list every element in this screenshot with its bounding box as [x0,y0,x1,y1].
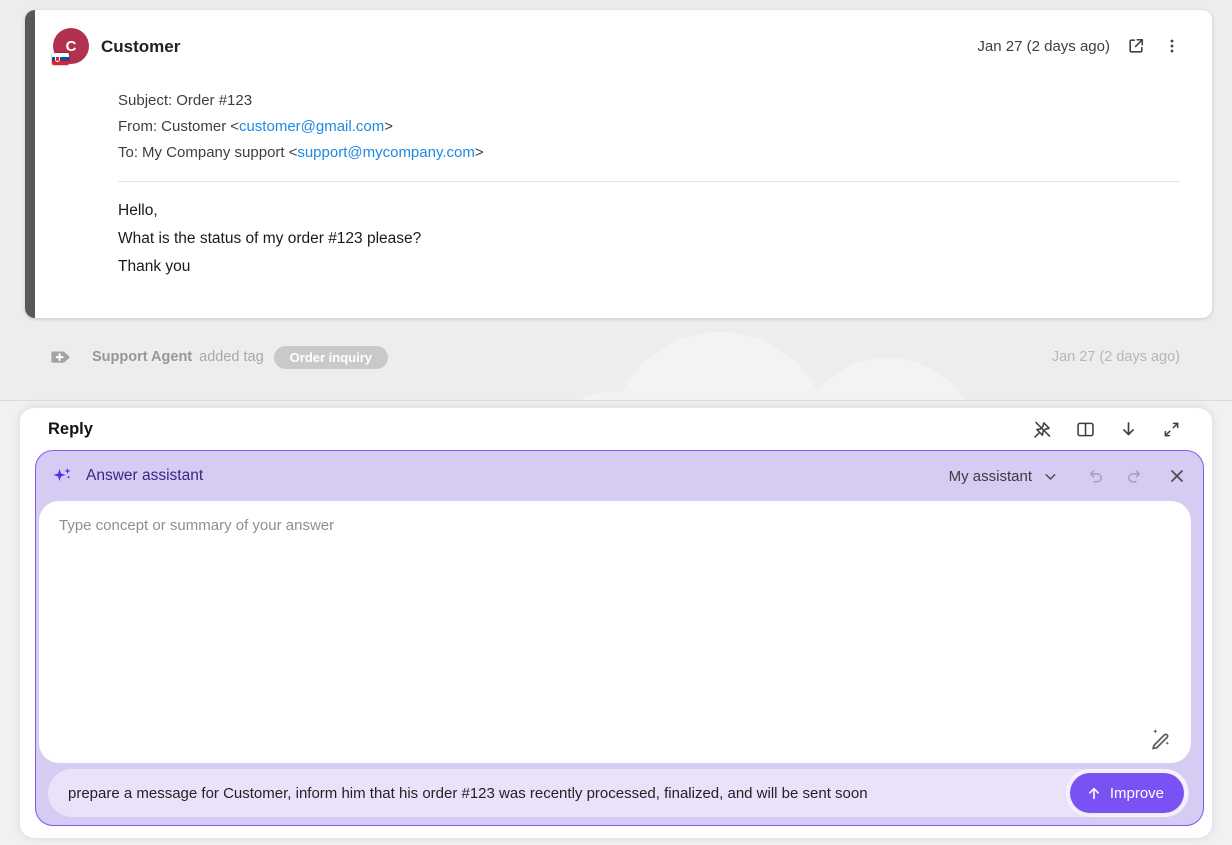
from-label: From: [118,118,157,135]
magic-write-button[interactable] [1148,726,1173,751]
email-message-card: C Customer Jan 27 (2 days ago) [25,10,1212,318]
body-line: Thank you [118,253,1182,281]
sender-name: Customer [101,28,180,57]
prompt-row: Improve [48,769,1189,817]
answer-concept-textarea[interactable] [39,501,1191,763]
avatar-wrap: C [53,28,89,76]
activity-actor: Support Agent [92,349,192,365]
redo-icon [1124,466,1145,487]
activity-timestamp: Jan 27 (2 days ago) [1052,349,1180,365]
angle-bracket: < [230,118,239,135]
undo-button[interactable] [1085,466,1106,487]
open-in-new-icon [1126,36,1146,56]
selected-assistant: My assistant [949,468,1032,485]
angle-bracket: > [384,118,393,135]
chevron-down-icon [1042,468,1059,485]
to-name: My Company support [142,144,285,161]
subject-line: Subject:Order #123 [118,88,1182,114]
email-headers: Subject:Order #123 From:Customer<custome… [118,88,1182,166]
reply-title: Reply [48,420,93,439]
to-line: To:My Company support<support@mycompany.… [118,140,1182,166]
message-accent-bar [25,10,35,318]
message-timestamp: Jan 27 (2 days ago) [977,38,1110,55]
from-name: Customer [161,118,226,135]
message-header: C Customer Jan 27 (2 days ago) [53,28,1182,76]
body-line: Hello, [118,197,1182,225]
to-label: To: [118,144,138,161]
more-menu-button[interactable] [1162,36,1182,56]
close-assistant-button[interactable] [1167,466,1187,486]
open-in-new-button[interactable] [1126,36,1146,56]
close-icon [1167,466,1187,486]
to-email-link[interactable]: support@mycompany.com [297,144,475,161]
improve-button[interactable]: Improve [1070,773,1184,813]
arrow-up-icon [1086,785,1102,801]
arrow-down-icon [1118,419,1139,440]
split-view-icon [1075,419,1096,440]
from-email-link[interactable]: customer@gmail.com [239,118,384,135]
redo-button[interactable] [1124,466,1145,487]
magic-pen-icon [1148,726,1173,751]
unpin-button[interactable] [1032,419,1053,440]
reply-header: Reply [20,408,1212,450]
assistant-editor [39,501,1191,763]
answer-assistant-panel: Answer assistant My assistant [35,450,1204,826]
split-view-button[interactable] [1075,419,1096,440]
expand-icon [1161,419,1182,440]
ai-sparkles-icon [50,464,74,488]
assistant-prompt-input[interactable] [68,785,1070,802]
unpin-icon [1032,419,1053,440]
from-line: From:Customer<customer@gmail.com> [118,114,1182,140]
ticket-view: C Customer Jan 27 (2 days ago) [0,0,1232,845]
more-vert-icon [1162,36,1182,56]
body-line: What is the status of my order #123 plea… [118,225,1182,253]
tag-plus-icon [50,346,72,368]
activity-action: added tag [199,349,264,365]
reply-card: Reply [20,408,1212,838]
improve-label: Improve [1110,785,1164,802]
email-body: Hello, What is the status of my order #1… [118,197,1182,281]
subject-label: Subject: [118,92,172,109]
assistant-title: Answer assistant [86,467,203,485]
activity-row: Support Agent added tag Order inquiry Ja… [50,343,1180,371]
header-body-divider [118,181,1180,182]
collapse-down-button[interactable] [1118,419,1139,440]
tag-badge: Order inquiry [274,346,388,369]
expand-button[interactable] [1161,419,1182,440]
assistant-selector[interactable]: My assistant [949,468,1059,485]
slovakia-flag-icon [52,53,69,65]
undo-icon [1085,466,1106,487]
subject-value: Order #123 [176,92,252,109]
assistant-header: Answer assistant My assistant [36,451,1203,501]
angle-bracket: > [475,144,484,161]
